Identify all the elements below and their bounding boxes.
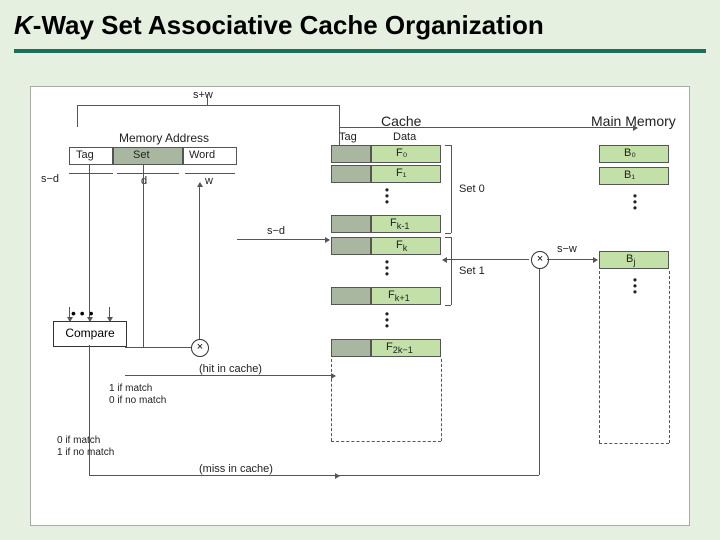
label-set1: Set 1 [459, 265, 485, 277]
compare-box: Compare [53, 321, 127, 347]
label-cache-data: Data [393, 131, 416, 143]
mem-b1: B₁ [599, 167, 669, 185]
text-m0: 0 if no match [109, 395, 166, 406]
cache-tag-k1 [331, 215, 371, 233]
text-n1: 0 if match [57, 435, 100, 446]
cache-data-1: F₁ [371, 165, 441, 183]
label-main-memory: Main Memory [591, 113, 676, 129]
page-title: K-Way Set Associative Cache Organization [14, 10, 706, 41]
text-miss: (miss in cache) [199, 463, 273, 475]
cache-data-k: Fk [371, 237, 441, 255]
label-sd: s−d [41, 173, 59, 185]
gate-hit: × [191, 339, 209, 357]
label-sd2: s−d [267, 225, 285, 237]
label-s-plus-w: s+w [193, 89, 213, 101]
text-n0: 1 if no match [57, 447, 114, 458]
cache-data-last: F2k−1 [371, 339, 441, 357]
cache-data-0: F₀ [371, 145, 441, 163]
text-tag: Tag [76, 149, 94, 161]
cache-tag-k [331, 237, 371, 255]
brace-top [77, 105, 339, 106]
cache-tag-last [331, 339, 371, 357]
label-set0: Set 0 [459, 183, 485, 195]
gate-mem: × [531, 251, 549, 269]
label-w: w [205, 175, 213, 187]
label-memory-address: Memory Address [119, 131, 209, 145]
cache-tag-k2 [331, 287, 371, 305]
cache-tag-0 [331, 145, 371, 163]
text-set: Set [133, 149, 150, 161]
title-rule [14, 49, 706, 53]
label-cache-tag: Tag [339, 131, 357, 143]
text-m1: 1 if match [109, 383, 152, 394]
text-hit: (hit in cache) [199, 363, 262, 375]
label-sw2: s−w [557, 243, 577, 255]
mem-b0: B₀ [599, 145, 669, 163]
label-d: d [141, 175, 147, 187]
mem-bj: Bj [599, 251, 669, 269]
text-word: Word [189, 149, 215, 161]
diagram-canvas: s+w Memory Address Tag Set Word s−d d w … [30, 86, 690, 526]
cache-tag-1 [331, 165, 371, 183]
cache-data-k1: Fk-1 [371, 215, 441, 233]
cache-data-k2: Fk+1 [371, 287, 441, 305]
label-cache: Cache [381, 113, 421, 129]
